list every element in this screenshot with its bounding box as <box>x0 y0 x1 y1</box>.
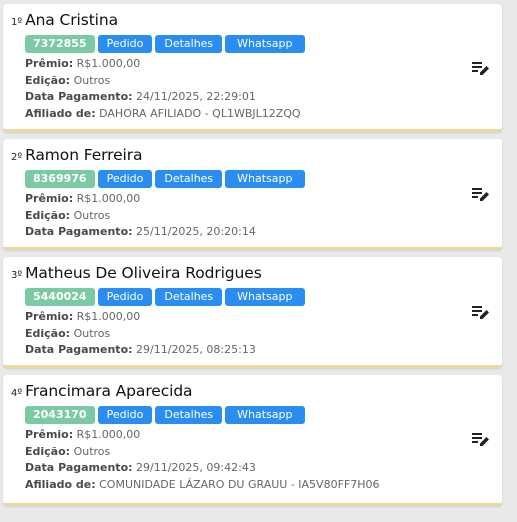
winner-info: Prêmio: R$1.000,00 Edição: Outros Data P… <box>25 191 256 241</box>
premio-value: R$1.000,00 <box>76 428 141 441</box>
data-pagamento-value: 25/11/2025, 20:20:14 <box>136 225 256 238</box>
edicao-row: Edição: Outros <box>25 208 256 225</box>
premio-row: Prêmio: R$1.000,00 <box>25 427 380 444</box>
data-pagamento-value: 29/11/2025, 08:25:13 <box>136 343 256 356</box>
data-pagamento-row: Data Pagamento: 29/11/2025, 08:25:13 <box>25 342 256 359</box>
data-pagamento-row: Data Pagamento: 25/11/2025, 20:20:14 <box>25 224 256 241</box>
afiliado-label: Afiliado de: <box>25 106 96 120</box>
winner-header: 2º Ramon Ferreira <box>11 146 142 164</box>
premio-label: Prêmio: <box>25 192 74 205</box>
edit-note-icon[interactable] <box>472 60 490 76</box>
data-pagamento-row: Data Pagamento: 24/11/2025, 22:29:01 <box>25 89 301 106</box>
winner-rank: 1º <box>11 17 23 28</box>
premio-value: R$1.000,00 <box>76 310 141 323</box>
data-pagamento-label: Data Pagamento: <box>25 225 133 238</box>
afiliado-row: Afiliado de: COMUNIDADE LÁZARO DU GRAUU … <box>25 477 380 494</box>
edit-note-icon[interactable] <box>472 304 490 320</box>
winner-name: Matheus De Oliveira Rodrigues <box>25 264 262 282</box>
edicao-value: Outros <box>73 208 111 222</box>
winner-header: 1º Ana Cristina <box>11 11 118 29</box>
winner-card: 1º Ana Cristina 7372855 Pedido Detalhes … <box>3 4 502 132</box>
winner-info: Prêmio: R$1.000,00 Edição: Outros Data P… <box>25 56 301 122</box>
ticket-code-badge: 2043170 <box>25 406 95 424</box>
detalhes-button[interactable]: Detalhes <box>155 406 223 424</box>
premio-label: Prêmio: <box>25 310 74 323</box>
afiliado-value: COMUNIDADE LÁZARO DU GRAUU - IA5V80FF7H0… <box>99 477 380 491</box>
pedido-button[interactable]: Pedido <box>97 406 153 424</box>
winner-card: 2º Ramon Ferreira 8369976 Pedido Detalhe… <box>3 139 502 250</box>
pedido-button[interactable]: Pedido <box>97 170 153 188</box>
action-buttons: 2043170 Pedido Detalhes Whatsapp <box>25 406 308 424</box>
whatsapp-button[interactable]: Whatsapp <box>225 406 305 424</box>
data-pagamento-value: 29/11/2025, 09:42:43 <box>136 461 256 474</box>
winner-name: Ana Cristina <box>25 11 119 29</box>
edicao-value: Outros <box>73 326 111 340</box>
premio-row: Prêmio: R$1.000,00 <box>25 56 301 73</box>
winner-info: Prêmio: R$1.000,00 Edição: Outros Data P… <box>25 427 380 493</box>
afiliado-value: DAHORA AFILIADO - QL1WBJL12ZQQ <box>99 106 301 120</box>
premio-label: Prêmio: <box>25 428 74 441</box>
whatsapp-button[interactable]: Whatsapp <box>225 35 305 53</box>
premio-row: Prêmio: R$1.000,00 <box>25 309 256 326</box>
edicao-row: Edição: Outros <box>25 444 380 461</box>
edicao-row: Edição: Outros <box>25 73 301 90</box>
premio-value: R$1.000,00 <box>76 57 141 70</box>
winner-name: Ramon Ferreira <box>25 146 143 164</box>
winner-info: Prêmio: R$1.000,00 Edição: Outros Data P… <box>25 309 256 359</box>
pedido-button[interactable]: Pedido <box>97 35 153 53</box>
detalhes-button[interactable]: Detalhes <box>155 288 223 306</box>
winner-name: Francimara Aparecida <box>25 382 193 400</box>
data-pagamento-label: Data Pagamento: <box>25 90 133 103</box>
edicao-value: Outros <box>73 73 111 87</box>
winner-card: 3º Matheus De Oliveira Rodrigues 5440024… <box>3 257 502 368</box>
detalhes-button[interactable]: Detalhes <box>155 170 223 188</box>
edit-note-icon[interactable] <box>472 186 490 202</box>
afiliado-row: Afiliado de: DAHORA AFILIADO - QL1WBJL12… <box>25 106 301 123</box>
edit-note-icon[interactable] <box>472 431 490 447</box>
data-pagamento-label: Data Pagamento: <box>25 461 133 474</box>
afiliado-label: Afiliado de: <box>25 477 96 491</box>
action-buttons: 8369976 Pedido Detalhes Whatsapp <box>25 170 308 188</box>
edicao-row: Edição: Outros <box>25 326 256 343</box>
action-buttons: 7372855 Pedido Detalhes Whatsapp <box>25 35 308 53</box>
data-pagamento-row: Data Pagamento: 29/11/2025, 09:42:43 <box>25 460 380 477</box>
winner-card: 4º Francimara Aparecida 2043170 Pedido D… <box>3 375 502 506</box>
pedido-button[interactable]: Pedido <box>97 288 153 306</box>
edicao-value: Outros <box>73 444 111 458</box>
ticket-code-badge: 8369976 <box>25 170 95 188</box>
premio-label: Prêmio: <box>25 57 74 70</box>
winner-rank: 2º <box>11 152 23 163</box>
premio-row: Prêmio: R$1.000,00 <box>25 191 256 208</box>
edicao-label: Edição: <box>25 326 71 340</box>
edicao-label: Edição: <box>25 444 71 458</box>
winner-header: 4º Francimara Aparecida <box>11 382 193 400</box>
ticket-code-badge: 7372855 <box>25 35 95 53</box>
edicao-label: Edição: <box>25 208 71 222</box>
data-pagamento-label: Data Pagamento: <box>25 343 133 356</box>
edicao-label: Edição: <box>25 73 71 87</box>
winner-rank: 3º <box>11 270 23 281</box>
detalhes-button[interactable]: Detalhes <box>155 35 223 53</box>
premio-value: R$1.000,00 <box>76 192 141 205</box>
data-pagamento-value: 24/11/2025, 22:29:01 <box>136 90 256 103</box>
action-buttons: 5440024 Pedido Detalhes Whatsapp <box>25 288 308 306</box>
ticket-code-badge: 5440024 <box>25 288 95 306</box>
winner-header: 3º Matheus De Oliveira Rodrigues <box>11 264 262 282</box>
whatsapp-button[interactable]: Whatsapp <box>225 170 305 188</box>
whatsapp-button[interactable]: Whatsapp <box>225 288 305 306</box>
winner-rank: 4º <box>11 388 23 399</box>
